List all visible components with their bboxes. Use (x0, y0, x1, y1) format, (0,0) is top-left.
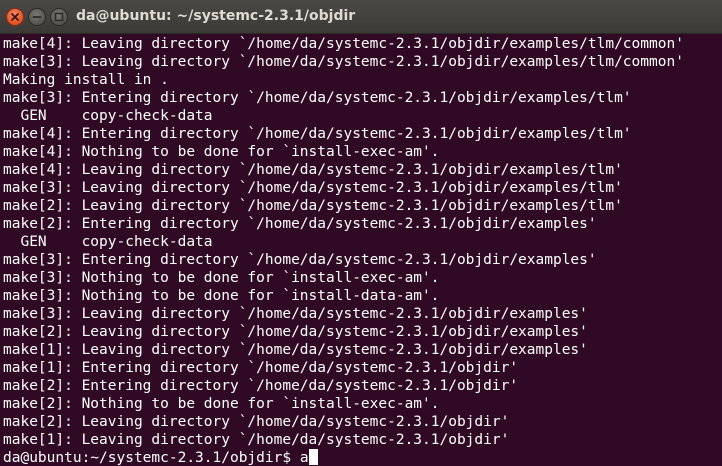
terminal-line: make[3]: Entering directory `/home/da/sy… (3, 252, 597, 268)
terminal-line: make[3]: Nothing to be done for `install… (3, 288, 440, 304)
terminal-line: make[3]: Entering directory `/home/da/sy… (3, 90, 632, 106)
terminal-line: make[4]: Nothing to be done for `install… (3, 144, 440, 160)
terminal-line: make[3]: Leaving directory `/home/da/sys… (3, 180, 623, 196)
window-title: da@ubuntu: ~/systemc-2.3.1/objdir (76, 8, 356, 24)
terminal-line: GEN copy-check-data (3, 108, 213, 124)
close-button[interactable] (6, 8, 24, 26)
terminal-output[interactable]: make[4]: Leaving directory `/home/da/sys… (0, 34, 722, 466)
minimize-button[interactable] (28, 8, 46, 26)
terminal-line: make[2]: Leaving directory `/home/da/sys… (3, 198, 623, 214)
command-input[interactable]: a (300, 450, 309, 466)
terminal-window: da@ubuntu: ~/systemc-2.3.1/objdir make[4… (0, 0, 722, 466)
terminal-line: make[4]: Entering directory `/home/da/sy… (3, 126, 632, 142)
terminal-line: make[4]: Leaving directory `/home/da/sys… (3, 162, 623, 178)
terminal-line: make[2]: Leaving directory `/home/da/sys… (3, 324, 588, 340)
terminal-line: make[1]: Entering directory `/home/da/sy… (3, 360, 519, 376)
text-cursor (308, 449, 318, 465)
minimize-icon (32, 16, 42, 18)
terminal-line: make[4]: Leaving directory `/home/da/sys… (3, 36, 684, 52)
terminal-line: GEN copy-check-data (3, 234, 213, 250)
command-prompt-line[interactable]: da@ubuntu:~/systemc-2.3.1/objdir$ a (3, 449, 722, 466)
terminal-line: make[3]: Leaving directory `/home/da/sys… (3, 54, 684, 70)
terminal-line: make[1]: Leaving directory `/home/da/sys… (3, 342, 588, 358)
maximize-button[interactable] (50, 8, 68, 26)
terminal-line: Making install in . (3, 72, 169, 88)
terminal-line: make[2]: Nothing to be done for `install… (3, 396, 440, 412)
close-icon (11, 13, 19, 21)
title-bar[interactable]: da@ubuntu: ~/systemc-2.3.1/objdir (0, 0, 722, 34)
terminal-line: make[1]: Leaving directory `/home/da/sys… (3, 432, 510, 448)
terminal-line: make[2]: Leaving directory `/home/da/sys… (3, 414, 510, 430)
terminal-line: make[2]: Entering directory `/home/da/sy… (3, 216, 597, 232)
terminal-line: make[3]: Nothing to be done for `install… (3, 270, 440, 286)
shell-prompt: da@ubuntu:~/systemc-2.3.1/objdir$ (3, 450, 300, 466)
terminal-line: make[2]: Entering directory `/home/da/sy… (3, 378, 519, 394)
maximize-icon (54, 12, 64, 22)
terminal-line: make[3]: Leaving directory `/home/da/sys… (3, 306, 588, 322)
